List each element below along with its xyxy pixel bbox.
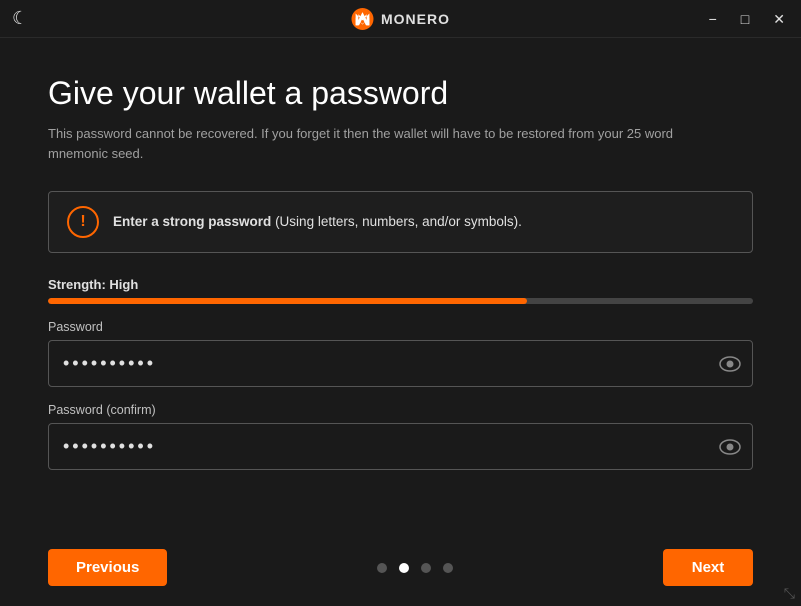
pagination-dots xyxy=(377,563,453,573)
moon-icon: ☾ xyxy=(12,8,28,29)
password-confirm-input-wrapper xyxy=(48,423,753,470)
footer: Previous Next xyxy=(0,533,801,606)
password-input-wrapper xyxy=(48,340,753,387)
strength-section: Strength: High xyxy=(48,277,753,304)
strength-bar-background xyxy=(48,298,753,304)
title-bar-center: MONERO xyxy=(351,8,450,30)
warning-bold-text: Enter a strong password xyxy=(113,214,271,229)
dot-4 xyxy=(443,563,453,573)
title-bar: ☾ MONERO − □ ✕ xyxy=(0,0,801,38)
previous-button[interactable]: Previous xyxy=(48,549,167,586)
next-button[interactable]: Next xyxy=(663,549,753,586)
password-confirm-field-group: Password (confirm) xyxy=(48,403,753,470)
password-input[interactable] xyxy=(48,340,753,387)
password-label: Password xyxy=(48,320,753,334)
maximize-button[interactable]: □ xyxy=(737,10,753,28)
strength-label: Strength: High xyxy=(48,277,753,292)
dot-3 xyxy=(421,563,431,573)
eye-confirm-icon xyxy=(719,438,741,456)
monero-logo-icon xyxy=(351,8,373,30)
strength-bar-fill xyxy=(48,298,527,304)
password-field-group: Password xyxy=(48,320,753,387)
app-title: MONERO xyxy=(381,11,450,27)
close-button[interactable]: ✕ xyxy=(769,10,789,28)
page-subtitle: This password cannot be recovered. If yo… xyxy=(48,124,728,163)
minimize-button[interactable]: − xyxy=(705,10,721,28)
warning-icon: ! xyxy=(67,206,99,238)
dot-1 xyxy=(377,563,387,573)
main-content: Give your wallet a password This passwor… xyxy=(0,38,801,506)
password-confirm-toggle-button[interactable] xyxy=(719,438,741,456)
dot-2 xyxy=(399,563,409,573)
password-toggle-button[interactable] xyxy=(719,355,741,373)
eye-icon xyxy=(719,355,741,373)
warning-box: ! Enter a strong password (Using letters… xyxy=(48,191,753,253)
page-title: Give your wallet a password xyxy=(48,74,753,112)
password-confirm-label: Password (confirm) xyxy=(48,403,753,417)
warning-regular-text: (Using letters, numbers, and/or symbols)… xyxy=(275,214,522,229)
password-confirm-input[interactable] xyxy=(48,423,753,470)
resize-handle[interactable]: ⤡ xyxy=(784,585,795,602)
warning-text: Enter a strong password (Using letters, … xyxy=(113,213,522,232)
title-bar-left: ☾ xyxy=(12,8,28,29)
window-controls: − □ ✕ xyxy=(705,10,789,28)
